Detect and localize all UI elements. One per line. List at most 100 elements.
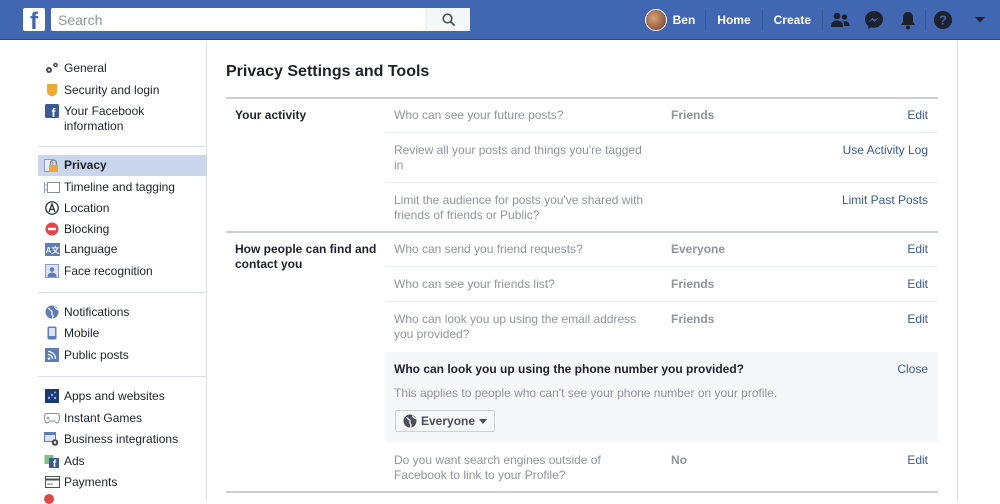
sidebar-item-label: Payments (64, 475, 118, 489)
sidebar-item-timeline-and-tagging[interactable]: Timeline and tagging (38, 180, 207, 195)
row-divider (385, 266, 938, 267)
help-icon: ? (934, 11, 952, 29)
setting-value: Friends (671, 277, 715, 291)
profile-link[interactable]: Ben (644, 0, 706, 40)
section-title-find-and-contact: How people can find and contact you (235, 242, 380, 272)
blocking-icon (44, 222, 60, 236)
sidebar-item-security-and-login[interactable]: Security and login (38, 83, 207, 98)
sidebar-item-face-recognition[interactable]: Face recognition (38, 264, 207, 279)
sidebar-item-business-integrations[interactable]: Business integrations (38, 431, 207, 447)
sidebar-divider (38, 376, 207, 377)
sidebar-item-ads[interactable]: f Ads (38, 454, 207, 469)
setting-question: Do you want search engines outside of Fac… (394, 453, 659, 483)
row-divider (385, 182, 938, 183)
setting-value: No (671, 453, 687, 467)
sidebar-item-location[interactable]: Location (38, 201, 207, 216)
label-line-1: Your Facebook (64, 104, 145, 118)
section-divider (226, 231, 938, 233)
expanded-question: Who can look you up using the phone numb… (394, 362, 744, 376)
content-border (957, 41, 958, 500)
user-name: Ben (672, 13, 696, 27)
home-link[interactable]: Home (706, 0, 761, 40)
messenger-icon (865, 11, 883, 29)
sidebar-item-label: Apps and websites (64, 389, 165, 403)
sidebar-item-label: Timeline and tagging (64, 180, 175, 194)
sidebar-item-apps-and-websites[interactable]: Apps and websites (38, 389, 207, 404)
sidebar-item-notifications[interactable]: Notifications (38, 305, 207, 320)
row-divider (385, 132, 938, 133)
edit-email-lookup-link[interactable]: Edit (907, 312, 928, 327)
edit-friend-requests-link[interactable]: Edit (907, 242, 928, 257)
bell-icon (901, 11, 915, 29)
question-line-1: Limit the audience for posts you've shar… (394, 193, 644, 207)
title-line-1: How people can find and (235, 242, 377, 256)
messenger-button[interactable] (857, 0, 891, 40)
sidebar-item-privacy[interactable]: Privacy (38, 155, 207, 176)
rss-icon (44, 348, 60, 362)
search-box (51, 8, 470, 31)
svg-text:?: ? (939, 13, 947, 28)
sidebar-item-your-facebook-information[interactable]: f Your Facebook information (38, 104, 207, 134)
card-icon (44, 475, 60, 489)
top-navigation-bar: f Ben Home Create ? (0, 0, 1000, 40)
mobile-icon (44, 326, 60, 340)
close-link[interactable]: Close (897, 362, 928, 376)
facebook-logo[interactable]: f (23, 8, 45, 31)
setting-value: Friends (671, 108, 715, 122)
facebook-logo-letter: f (30, 8, 38, 32)
question-line-2: you provided? (394, 327, 470, 341)
label-line-2: information (64, 119, 124, 133)
section-title-your-activity: Your activity (235, 108, 307, 122)
sidebar-item-label: Location (64, 201, 110, 215)
ads-icon: f (44, 454, 60, 469)
setting-question: Limit the audience for posts you've shar… (394, 193, 659, 223)
caret-down-icon (479, 418, 488, 424)
title-line-2: contact you (235, 257, 303, 271)
globe-icon (403, 414, 417, 428)
page-title: Privacy Settings and Tools (226, 63, 430, 80)
face-recognition-icon (44, 264, 60, 278)
question-line-2: in (394, 158, 404, 172)
sidebar-item-language[interactable]: A文 Language (38, 242, 207, 257)
search-icon (441, 12, 455, 26)
question-line-1: Who can look you up using the email addr… (394, 312, 637, 326)
sidebar-item-mobile[interactable]: Mobile (38, 326, 207, 341)
support-inbox-icon (44, 494, 54, 504)
sidebar-item-blocking[interactable]: Blocking (38, 222, 207, 237)
audience-selector[interactable]: Everyone (395, 410, 495, 432)
apps-icon (44, 389, 60, 403)
timeline-icon (44, 180, 60, 194)
setting-question: Who can look you up using the email addr… (394, 312, 659, 342)
badge-icon (44, 83, 60, 97)
notifications-button[interactable] (891, 0, 925, 40)
limit-past-posts-link[interactable]: Limit Past Posts (842, 193, 928, 208)
globe-icon (44, 305, 60, 319)
gears-icon (44, 61, 60, 75)
business-gear-icon (44, 431, 60, 446)
search-button[interactable] (426, 8, 470, 31)
question-line-1: Do you want search engines outside of (394, 453, 601, 467)
search-input[interactable] (51, 8, 427, 31)
sidebar-item-label: Face recognition (64, 264, 153, 278)
sidebar-item-payments[interactable]: Payments (38, 475, 207, 490)
help-button[interactable]: ? (926, 0, 960, 40)
sidebar-item-label: Privacy (64, 158, 107, 172)
sidebar-item-label: Public posts (64, 348, 129, 362)
use-activity-log-link[interactable]: Use Activity Log (843, 143, 928, 158)
friend-requests-button[interactable] (823, 0, 857, 40)
row-divider (385, 301, 938, 302)
phone-lookup-expanded-panel: Who can look you up using the phone numb… (385, 352, 938, 442)
edit-friends-list-link[interactable]: Edit (907, 277, 928, 292)
location-icon (44, 201, 60, 215)
setting-question: Review all your posts and things you're … (394, 143, 659, 173)
sidebar-item-instant-games[interactable]: Instant Games (38, 411, 207, 426)
create-link[interactable]: Create (763, 0, 822, 40)
account-menu-button[interactable] (960, 0, 1000, 40)
edit-search-engines-link[interactable]: Edit (907, 453, 928, 468)
sidebar-item-label: Security and login (64, 83, 160, 97)
sidebar-item-label: Ads (64, 454, 85, 468)
sidebar-item-general[interactable]: General (38, 61, 207, 76)
edit-future-posts-link[interactable]: Edit (907, 108, 928, 123)
sidebar-item-public-posts[interactable]: Public posts (38, 348, 207, 363)
setting-value: Everyone (671, 242, 726, 256)
